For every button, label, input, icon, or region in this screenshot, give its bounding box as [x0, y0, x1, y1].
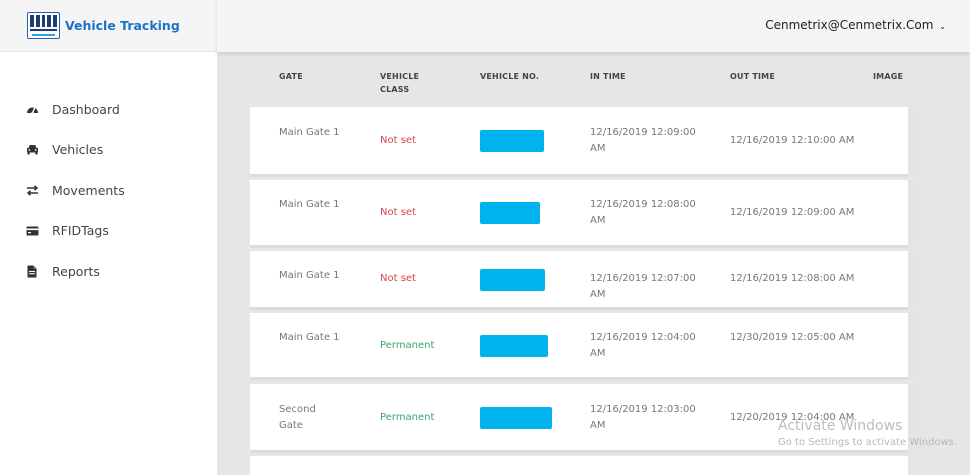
column-header-vehicle-class: VEHICLE CLASS — [380, 72, 420, 94]
in-time-cell: 12/16/2019 12:08:00 AM — [590, 199, 696, 226]
sidebar-item-label: Dashboard — [52, 101, 120, 117]
column-header-in-time: IN TIME — [590, 72, 626, 81]
app-title: Vehicle Tracking — [65, 18, 180, 33]
swap-arrows-icon — [25, 183, 39, 197]
column-header-out-time: OUT TIME — [730, 72, 775, 81]
table-header: GATE VEHICLE CLASS VEHICLE NO. IN TIME O… — [217, 70, 970, 100]
out-time-cell: 12/16/2019 12:10:00 AM — [730, 135, 855, 146]
vehicle-class-cell: Not set — [380, 135, 416, 146]
sidebar-nav: Dashboard Vehicles Movements RFIDTags Re… — [0, 89, 217, 292]
table-row[interactable]: Main Gate 1 Not set 12/16/2019 12:07:00 … — [250, 251, 941, 310]
vehicle-number-redacted — [480, 269, 545, 291]
activation-watermark-text: Go to Settings to activate Windows. — [778, 437, 958, 448]
in-time-cell: 12/16/2019 12:09:00 AM — [590, 127, 696, 154]
gate-cell: Main Gate 1 — [279, 270, 340, 281]
chevron-down-icon: ⌄ — [939, 22, 946, 31]
table-row[interactable] — [250, 456, 908, 475]
sidebar-item-label: Vehicles — [52, 142, 104, 158]
file-icon — [25, 264, 39, 278]
vehicle-class-cell: Not set — [380, 273, 416, 284]
out-time-cell: 12/16/2019 12:09:00 AM — [730, 207, 855, 218]
gate-cell: Main Gate 1 — [279, 332, 340, 343]
out-time-cell: 12/16/2019 12:08:00 AM — [730, 273, 855, 284]
vehicle-number-redacted — [480, 335, 548, 357]
sidebar: Vehicle Tracking Dashboard Vehicles Move… — [0, 0, 217, 475]
vehicle-class-cell: Permanent — [380, 340, 435, 351]
vehicle-number-redacted — [480, 407, 552, 429]
sidebar-item-dashboard[interactable]: Dashboard — [0, 89, 217, 130]
vehicle-class-cell: Permanent — [380, 412, 435, 423]
in-time-cell: 12/16/2019 12:03:00 AM — [590, 404, 696, 431]
gate-cell: Main Gate 1 — [279, 127, 340, 138]
sidebar-item-label: RFIDTags — [52, 223, 109, 239]
gate-cell: Second Gate — [279, 404, 316, 431]
in-time-cell: 12/16/2019 12:07:00 AM — [590, 273, 696, 300]
card-icon — [25, 224, 39, 238]
sidebar-item-reports[interactable]: Reports — [0, 251, 217, 292]
column-header-image: IMAGE — [873, 72, 904, 81]
dashboard-icon — [25, 102, 39, 116]
top-bar: Cenmetrix@Cenmetrix.Com ⌄ — [217, 0, 970, 52]
company-logo — [27, 12, 60, 39]
column-header-gate: GATE — [279, 72, 303, 81]
in-time-cell: 12/16/2019 12:04:00 AM — [590, 332, 696, 359]
sidebar-item-rfidtags[interactable]: RFIDTags — [0, 211, 217, 252]
out-time-cell: 12/30/2019 12:05:00 AM — [730, 332, 855, 343]
column-header-vehicle-no: VEHICLE NO. — [480, 72, 540, 81]
sidebar-item-movements[interactable]: Movements — [0, 170, 217, 211]
vehicle-number-redacted — [480, 130, 544, 152]
sidebar-item-vehicles[interactable]: Vehicles — [0, 130, 217, 171]
user-email: Cenmetrix@Cenmetrix.Com — [765, 18, 934, 32]
table-row[interactable]: Main Gate 1 Not set 12/16/2019 12:08:00 … — [250, 180, 941, 248]
table-row[interactable]: Main Gate 1 Permanent 12/16/2019 12:04:0… — [250, 313, 941, 380]
vehicle-class-cell: Not set — [380, 207, 416, 218]
activation-watermark-title: Activate Windows — [778, 418, 903, 434]
vehicle-number-redacted — [480, 202, 540, 224]
sidebar-item-label: Movements — [52, 182, 125, 198]
gate-cell: Main Gate 1 — [279, 199, 340, 210]
car-icon — [25, 143, 39, 157]
sidebar-item-label: Reports — [52, 263, 100, 279]
table-row[interactable]: Main Gate 1 Not set 12/16/2019 12:09:00 … — [250, 107, 941, 177]
user-menu[interactable]: Cenmetrix@Cenmetrix.Com ⌄ — [765, 18, 946, 32]
brand[interactable]: Vehicle Tracking — [0, 0, 217, 52]
